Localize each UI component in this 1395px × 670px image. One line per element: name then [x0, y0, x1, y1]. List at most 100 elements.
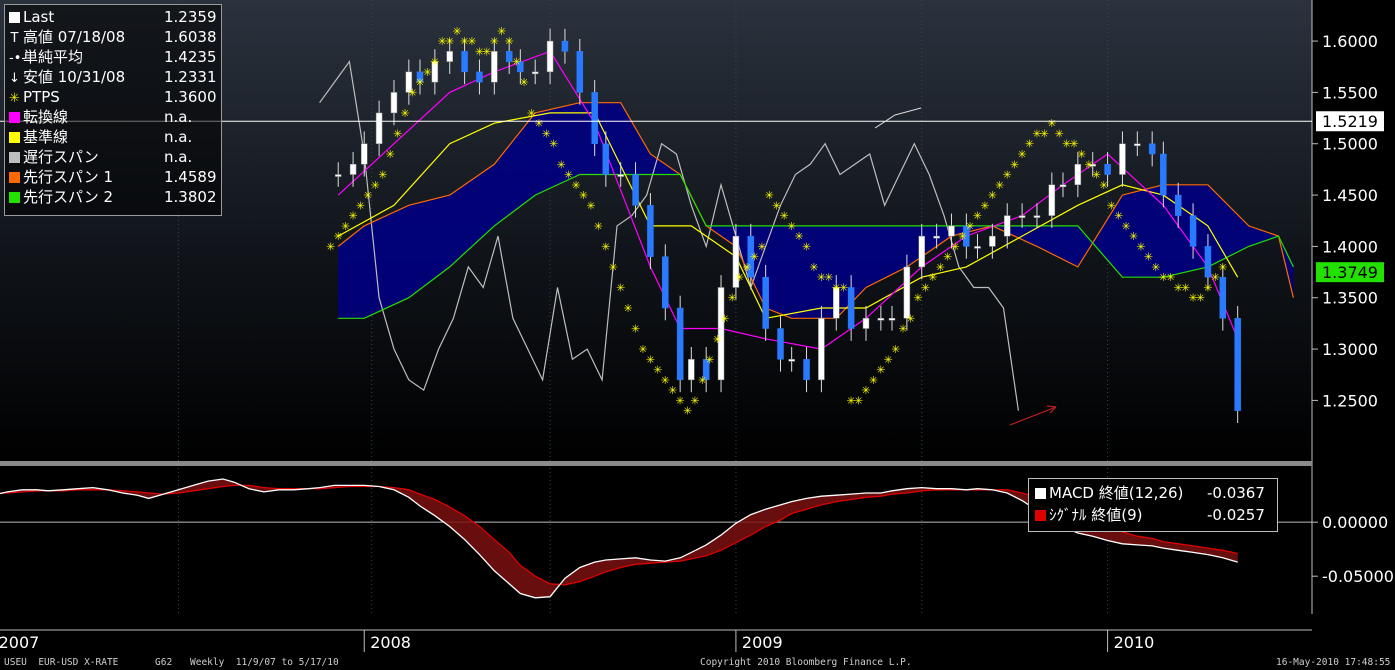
ptps-marker: ✳	[393, 127, 402, 140]
ptps-marker: ✳	[690, 394, 699, 407]
ptps-marker: ✳	[594, 220, 603, 233]
legend-label: 高値 07/18/08	[23, 28, 126, 46]
legend-symbol: ✳	[9, 91, 20, 106]
candle-body	[1189, 215, 1197, 247]
footer-bar: USEU EUR-USD X-RATE G62 Weekly 11/9/07 t…	[0, 656, 1395, 670]
candle-body	[676, 307, 684, 381]
macd-tick-label: 0.00000	[1322, 513, 1388, 532]
ptps-marker: ✳	[728, 292, 737, 305]
legend-value: -0.0257	[1207, 506, 1265, 524]
candle-body	[818, 318, 825, 381]
candle-body	[561, 40, 569, 52]
price-legend: Last 1.2359 T 高値 07/18/08 1.6038 -•-単純平均 1.4…	[4, 4, 222, 216]
footer-copyright: Copyright 2010 Bloomberg Finance L.P.	[700, 657, 912, 668]
candle-body	[989, 235, 996, 247]
footer-timestamp: 16-May-2010 17:48:55	[1276, 657, 1391, 668]
axis-tag-label: 1.3749	[1322, 263, 1378, 282]
ptps-marker: ✳	[906, 312, 915, 325]
ptps-marker: ✳	[720, 312, 729, 325]
legend-item-tenkan: 転換線 n.a.	[9, 107, 192, 127]
legend-label: 遅行スパン	[23, 148, 99, 166]
candle-body	[349, 164, 357, 175]
legend-label: 先行スパン 2	[23, 188, 114, 206]
legend-label: 先行スパン 1	[23, 168, 114, 186]
macd-swatch-macd	[1035, 488, 1046, 499]
candle-body	[903, 266, 911, 319]
legend-value: 1.4589	[164, 168, 217, 186]
candle-body	[576, 51, 584, 93]
legend-item-kijun: 基準線 n.a.	[9, 127, 192, 147]
ptps-marker: ✳	[601, 240, 610, 253]
legend-item-average: -•-単純平均 1.4235	[9, 47, 217, 67]
macd-tick-label: -0.05000	[1322, 567, 1394, 586]
candle-body	[1160, 153, 1167, 196]
legend-label: 安値 10/31/08	[23, 68, 126, 86]
legend-value: n.a.	[164, 108, 193, 126]
legend-value: 1.4235	[164, 48, 217, 66]
candle-body	[877, 318, 885, 321]
candle-body	[491, 51, 498, 83]
legend-item-senkou-1: 先行スパン 1 1.4589	[9, 167, 217, 187]
macd-legend-item-signal: ｼｸﾞﾅﾙ 終値(9) -0.0257	[1035, 504, 1265, 526]
y-tick-label: 1.4000	[1322, 237, 1378, 256]
y-tick-label: 1.4500	[1322, 186, 1378, 205]
ptps-marker: ✳	[1099, 179, 1108, 192]
legend-item-senkou-2: 先行スパン 2 1.3802	[9, 187, 217, 207]
candle-body	[662, 256, 669, 309]
candle-body	[1003, 215, 1011, 237]
ptps-marker: ✳	[519, 76, 528, 89]
candle-body	[762, 276, 769, 329]
candle-body	[1234, 318, 1241, 411]
legend-value: -0.0367	[1207, 484, 1265, 502]
candle-body	[531, 71, 539, 75]
footer-period: Weekly 11/9/07 to 5/17/10	[190, 657, 339, 668]
legend-label: ｼｸﾞﾅﾙ 終値(9)	[1049, 506, 1143, 524]
candle-body	[777, 328, 784, 360]
candle-body	[1148, 143, 1156, 155]
candle-body	[591, 92, 598, 144]
candle-body	[888, 318, 896, 321]
axis-tag-label: 1.5219	[1322, 112, 1378, 131]
ptps-marker: ✳	[609, 261, 618, 274]
candle-body	[933, 235, 940, 239]
ptps-marker: ✳	[549, 138, 558, 151]
candle-body	[546, 40, 554, 73]
candle-body	[688, 359, 695, 381]
legend-symbol: ↓	[9, 71, 20, 86]
ptps-marker: ✳	[705, 353, 714, 366]
candle-body	[1134, 143, 1141, 146]
x-tick-label: 2007	[0, 633, 39, 652]
legend-item-low: ↓ 安値 10/31/08 1.2331	[9, 67, 216, 87]
candle-body	[918, 235, 925, 268]
legend-label: 基準線	[23, 128, 69, 146]
candle-body	[847, 287, 855, 329]
candle-body	[617, 174, 624, 177]
candle-body	[632, 174, 639, 206]
legend-value: 1.3600	[164, 88, 217, 106]
candle-body	[862, 318, 870, 329]
candle-body	[602, 143, 610, 175]
ptps-marker: ✳	[802, 240, 811, 253]
ptps-marker: ✳	[757, 240, 766, 253]
y-tick-label: 1.6000	[1322, 32, 1378, 51]
macd-legend: MACD 終値(12,26) -0.0367 ｼｸﾞﾅﾙ 終値(9) -0.0257	[1028, 478, 1278, 532]
legend-value: 1.2331	[164, 68, 217, 86]
ptps-marker: ✳	[624, 302, 633, 315]
legend-label: PTPS	[23, 88, 60, 106]
candle-body	[1104, 164, 1111, 175]
candle-body	[948, 225, 955, 237]
legend-swatch-senkou-1	[9, 172, 20, 183]
candle-body	[647, 205, 654, 257]
candle-body	[476, 71, 483, 83]
candle-body	[1048, 184, 1056, 216]
x-tick-label: 2008	[370, 633, 411, 652]
ptps-marker: ✳	[891, 343, 900, 356]
y-tick-label: 1.5000	[1322, 135, 1378, 154]
candle-body	[1018, 215, 1026, 218]
legend-swatch-chikou	[9, 152, 20, 163]
ptps-marker: ✳	[386, 148, 395, 161]
legend-item-chikou: 遅行スパン n.a.	[9, 147, 192, 167]
candle-body	[803, 359, 810, 381]
candle-body	[1059, 184, 1067, 188]
bloomberg-chart-window: { "chart_data": [ { "type": "candlestick…	[0, 0, 1395, 670]
